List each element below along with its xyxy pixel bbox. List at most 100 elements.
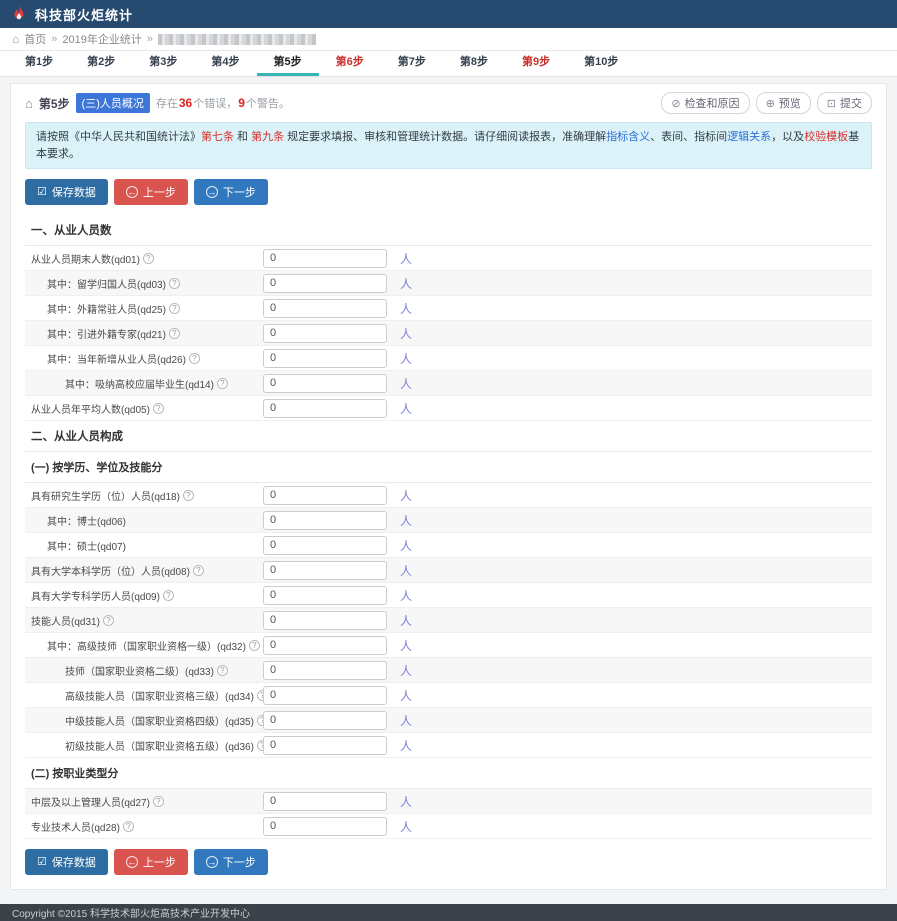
breadcrumb-stat-link[interactable]: 2019年企业统计 xyxy=(62,31,141,47)
tab-step-6[interactable]: 第6步 xyxy=(319,51,381,76)
unit-person-label: 人 xyxy=(400,818,412,835)
home-icon: ⌂ xyxy=(12,32,19,46)
help-icon[interactable]: ? xyxy=(193,565,204,576)
save-data-button-top[interactable]: ☑保存数据 xyxy=(25,179,108,205)
form-row: 其中：外籍常驻人员(qd25)?人 xyxy=(25,296,872,321)
field-label: 其中：博士(qd06) xyxy=(25,513,263,528)
field-input[interactable] xyxy=(263,611,387,630)
field-label-text: 初级技能人员（国家职业资格五级）(qd36) xyxy=(65,738,254,753)
field-input[interactable] xyxy=(263,349,387,368)
unit-person-label: 人 xyxy=(400,350,412,367)
field-label: 其中：当年新增从业人员(qd26)? xyxy=(25,351,263,366)
tab-step-1[interactable]: 第1步 xyxy=(8,51,70,76)
field-label: 初级技能人员（国家职业资格五级）(qd36)? xyxy=(25,738,263,753)
field-input[interactable] xyxy=(263,586,387,605)
check-reason-button[interactable]: ⊘检查和原因 xyxy=(661,92,749,114)
save-icon: ☑ xyxy=(37,187,47,198)
help-icon[interactable]: ? xyxy=(169,303,180,314)
field-input[interactable] xyxy=(263,636,387,655)
prev-step-button-bottom[interactable]: ←上一步 xyxy=(114,849,188,875)
unit-person-label: 人 xyxy=(400,612,412,629)
field-input[interactable] xyxy=(263,324,387,343)
arrow-left-icon: ← xyxy=(126,186,138,198)
unit-person-label: 人 xyxy=(400,737,412,754)
field-input[interactable] xyxy=(263,374,387,393)
help-icon[interactable]: ? xyxy=(163,590,174,601)
breadcrumb-separator: » xyxy=(147,33,153,45)
field-input[interactable] xyxy=(263,661,387,680)
field-input[interactable] xyxy=(263,299,387,318)
field-input[interactable] xyxy=(263,561,387,580)
field-label-text: 其中：引进外籍专家(qd21) xyxy=(47,326,166,341)
field-input[interactable] xyxy=(263,486,387,505)
preview-icon: ⊕ xyxy=(766,97,775,110)
field-input[interactable] xyxy=(263,511,387,530)
field-input[interactable] xyxy=(263,686,387,705)
field-label: 中级技能人员（国家职业资格四级）(qd35)? xyxy=(25,713,263,728)
notice-link[interactable]: 逻辑关系 xyxy=(727,131,771,143)
next-step-button-bottom[interactable]: →下一步 xyxy=(194,849,268,875)
unit-person-label: 人 xyxy=(400,587,412,604)
help-icon[interactable]: ? xyxy=(143,253,154,264)
toolbar-top: ☑保存数据←上一步→下一步 xyxy=(11,169,886,215)
tab-step-5[interactable]: 第5步 xyxy=(257,51,319,76)
help-icon[interactable]: ? xyxy=(153,403,164,414)
arrow-left-icon: ← xyxy=(126,856,138,868)
unit-person-label: 人 xyxy=(400,275,412,292)
breadcrumb-home-link[interactable]: 首页 xyxy=(24,31,46,47)
preview-button[interactable]: ⊕ 预览 xyxy=(756,92,811,114)
field-label: 具有大学本科学历（位）人员(qd08)? xyxy=(25,563,263,578)
unit-person-label: 人 xyxy=(400,400,412,417)
tab-step-7[interactable]: 第7步 xyxy=(381,51,443,76)
prev-step-button-top[interactable]: ←上一步 xyxy=(114,179,188,205)
help-icon[interactable]: ? xyxy=(123,821,134,832)
tab-step-2[interactable]: 第2步 xyxy=(70,51,132,76)
help-icon[interactable]: ? xyxy=(169,278,180,289)
field-input[interactable] xyxy=(263,536,387,555)
status-prefix: 存在 xyxy=(156,98,178,110)
unit-person-label: 人 xyxy=(400,250,412,267)
warning-count: 9 xyxy=(237,96,246,110)
help-icon[interactable]: ? xyxy=(217,378,228,389)
tab-step-10[interactable]: 第10步 xyxy=(567,51,635,76)
field-label-text: 其中：留学归国人员(qd03) xyxy=(47,276,166,291)
next-step-label: 下一步 xyxy=(223,854,256,870)
next-step-button-top[interactable]: →下一步 xyxy=(194,179,268,205)
help-icon[interactable]: ? xyxy=(169,328,180,339)
tab-step-8[interactable]: 第8步 xyxy=(443,51,505,76)
notice-text: 校验模板 xyxy=(804,131,848,143)
field-input[interactable] xyxy=(263,399,387,418)
help-icon[interactable]: ? xyxy=(249,640,260,651)
breadcrumb-separator: » xyxy=(51,33,57,45)
tab-step-9[interactable]: 第9步 xyxy=(505,51,567,76)
preview-label: 预览 xyxy=(779,95,801,111)
field-input[interactable] xyxy=(263,274,387,293)
help-icon[interactable]: ? xyxy=(183,490,194,501)
help-icon[interactable]: ? xyxy=(217,665,228,676)
breadcrumb-company-redacted xyxy=(158,34,316,45)
field-input[interactable] xyxy=(263,736,387,755)
field-input[interactable] xyxy=(263,711,387,730)
field-input[interactable] xyxy=(263,249,387,268)
help-icon[interactable]: ? xyxy=(189,353,200,364)
field-label: 从业人员期末人数(qd01)? xyxy=(25,251,263,266)
form-row: 具有研究生学历（位）人员(qd18)?人 xyxy=(25,483,872,508)
field-input[interactable] xyxy=(263,817,387,836)
field-label-text: 从业人员年平均人数(qd05) xyxy=(31,401,150,416)
save-data-label: 保存数据 xyxy=(52,854,96,870)
field-input[interactable] xyxy=(263,792,387,811)
breadcrumb: ⌂ 首页 » 2019年企业统计 » xyxy=(0,28,897,51)
tab-step-3[interactable]: 第3步 xyxy=(132,51,194,76)
submit-button[interactable]: ⊡提交 xyxy=(817,92,872,114)
notice-link[interactable]: 指标含义 xyxy=(606,131,650,143)
unit-person-label: 人 xyxy=(400,662,412,679)
tab-step-4[interactable]: 第4步 xyxy=(194,51,256,76)
save-data-button-bottom[interactable]: ☑ 保存数据 xyxy=(25,849,108,875)
form-row: 中层及以上管理人员(qd27)?人 xyxy=(25,789,872,814)
save-icon: ☑ xyxy=(37,857,47,868)
step-tabs: 第1步第2步第3步第4步第5步第6步第7步第8步第9步第10步 xyxy=(0,51,897,77)
notice-text: 和 xyxy=(234,131,251,143)
help-icon[interactable]: ? xyxy=(153,796,164,807)
help-icon[interactable]: ? xyxy=(103,615,114,626)
form-row: 从业人员期末人数(qd01)? 人 xyxy=(25,246,872,271)
